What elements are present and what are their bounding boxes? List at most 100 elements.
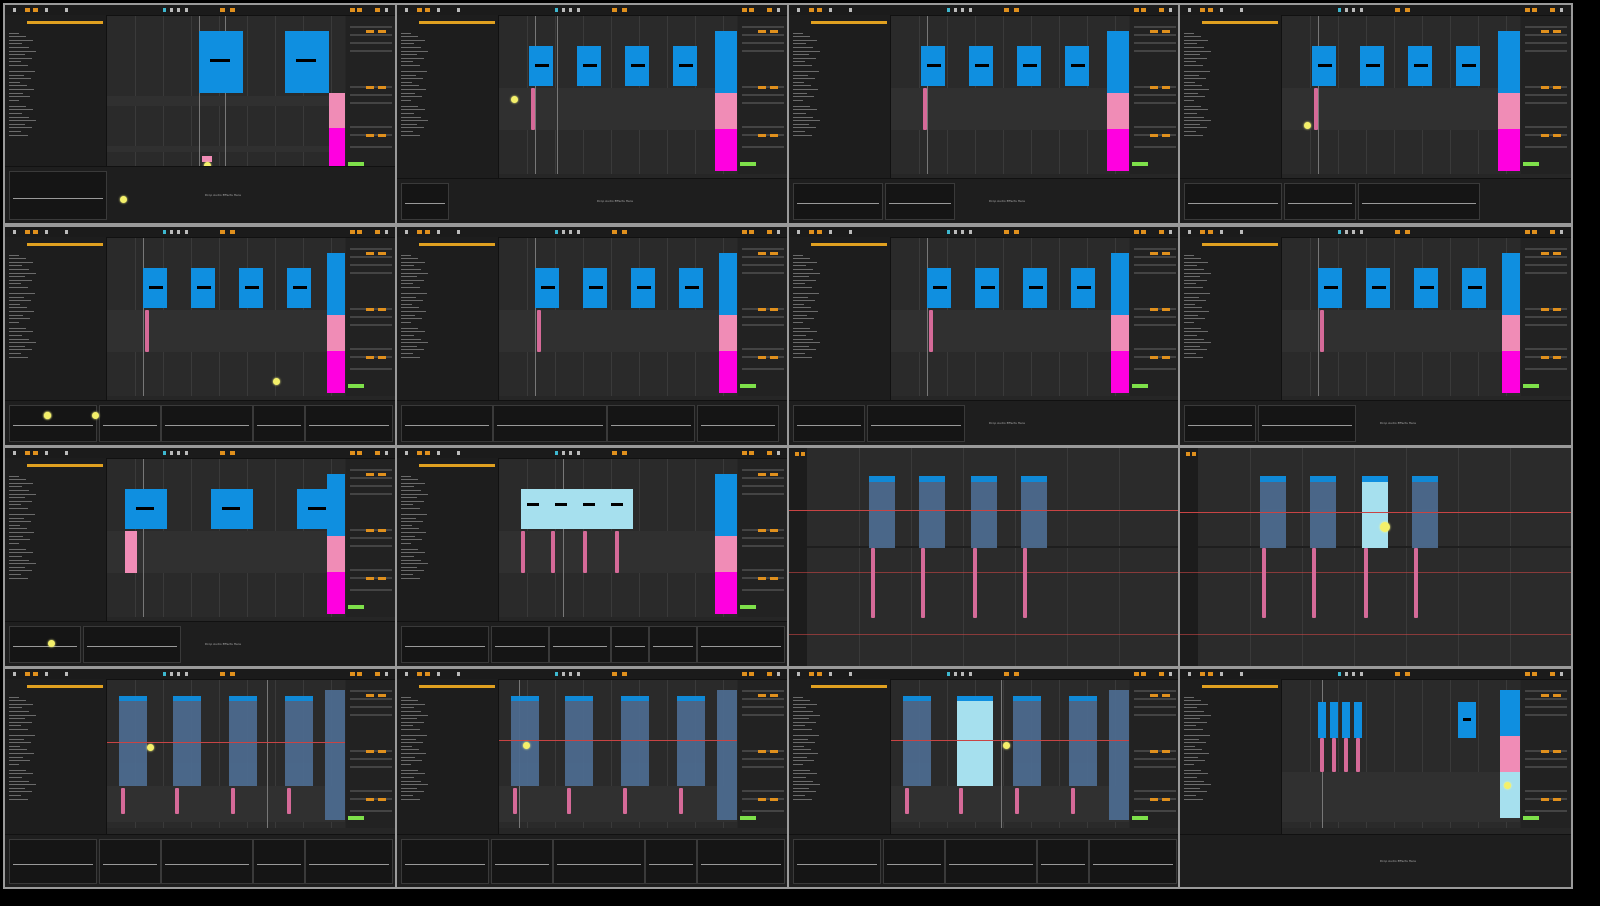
transport-control[interactable] — [457, 451, 460, 455]
browser-list-item[interactable] — [9, 47, 29, 48]
browser-list-item[interactable] — [401, 521, 423, 523]
browser-list-item[interactable] — [401, 798, 420, 800]
browser-list-item[interactable] — [401, 707, 414, 709]
browser-list-item[interactable] — [401, 756, 415, 758]
device-panel[interactable] — [83, 626, 181, 663]
browser-list-item[interactable] — [401, 777, 414, 778]
audio-clip[interactable] — [957, 696, 993, 786]
browser-list-item[interactable] — [401, 258, 418, 260]
transport-control[interactable] — [177, 8, 180, 12]
browser-list-item[interactable] — [793, 335, 806, 336]
browser-list-item[interactable] — [401, 482, 425, 484]
mixer-control[interactable] — [742, 469, 784, 471]
transport-control[interactable] — [622, 451, 627, 455]
mixer-control[interactable] — [1134, 248, 1176, 250]
transport-control[interactable] — [1338, 8, 1341, 12]
mixer-control[interactable] — [350, 758, 392, 760]
browser-selected-item[interactable] — [811, 243, 887, 246]
browser-list-item[interactable] — [401, 570, 424, 572]
transport-control[interactable] — [1532, 8, 1537, 12]
browser-list-item[interactable] — [9, 78, 31, 80]
browser-list-item[interactable] — [793, 349, 816, 351]
mixer-control[interactable] — [350, 537, 392, 539]
track-button[interactable] — [1150, 694, 1158, 697]
browser-list-item[interactable] — [9, 749, 27, 751]
audio-clip[interactable] — [191, 268, 215, 308]
browser-list-item[interactable] — [9, 276, 25, 278]
mixer-control[interactable] — [350, 485, 392, 487]
track-button[interactable] — [1150, 798, 1158, 801]
transport-control[interactable] — [1004, 230, 1009, 234]
browser-list-item[interactable] — [401, 113, 414, 114]
transport-control[interactable] — [437, 230, 440, 234]
transport-control[interactable] — [1352, 672, 1355, 676]
browser-list-item[interactable] — [9, 342, 36, 344]
browser-list-item[interactable] — [793, 735, 819, 736]
transport-control[interactable] — [1345, 230, 1348, 234]
track-button[interactable] — [378, 134, 386, 137]
browser-list-item[interactable] — [401, 479, 418, 481]
track-button[interactable] — [366, 134, 374, 137]
transport-control[interactable] — [1352, 230, 1355, 234]
transport-control[interactable] — [569, 8, 572, 12]
transport-control[interactable] — [569, 230, 572, 234]
browser-list-item[interactable] — [9, 335, 22, 336]
browser-list-item[interactable] — [793, 707, 806, 709]
track-button[interactable] — [1541, 798, 1549, 801]
transport-control[interactable] — [220, 8, 225, 12]
audio-clip[interactable] — [565, 696, 593, 786]
transport-control[interactable] — [817, 230, 822, 234]
browser-list-item[interactable] — [1184, 127, 1207, 129]
track-button[interactable] — [1162, 252, 1170, 255]
mixer-control[interactable] — [350, 94, 392, 96]
browser-list-item[interactable] — [1184, 327, 1201, 329]
browser-list-item[interactable] — [9, 539, 30, 541]
browser-list-item[interactable] — [9, 760, 30, 762]
browser-selected-item[interactable] — [811, 685, 887, 688]
device-panel[interactable] — [99, 405, 161, 442]
browser-list-item[interactable] — [401, 39, 425, 41]
browser-list-item[interactable] — [401, 753, 426, 754]
browser-list-item[interactable] — [1184, 760, 1205, 762]
browser-list-item[interactable] — [401, 725, 413, 727]
browser-list-item[interactable] — [793, 798, 812, 800]
mixer-control[interactable] — [1134, 690, 1176, 692]
browser-list-item[interactable] — [9, 92, 23, 94]
transport-control[interactable] — [1525, 230, 1530, 234]
browser-list-item[interactable] — [9, 327, 26, 329]
browser-list-item[interactable] — [1184, 707, 1197, 709]
track-button[interactable] — [1553, 798, 1561, 801]
transport-control[interactable] — [969, 8, 972, 12]
mixer-control[interactable] — [350, 324, 392, 326]
track-button[interactable] — [758, 86, 766, 89]
browser-list-item[interactable] — [401, 131, 413, 132]
browser-list-item[interactable] — [793, 777, 806, 778]
transport-control[interactable] — [1141, 8, 1146, 12]
track-button[interactable] — [366, 798, 374, 801]
browser-list-item[interactable] — [793, 795, 805, 796]
transport-control[interactable] — [1134, 8, 1139, 12]
browser-list-item[interactable] — [401, 542, 411, 544]
browser-list-item[interactable] — [1184, 105, 1201, 107]
audio-clip[interactable] — [969, 46, 993, 86]
audio-clip[interactable] — [521, 489, 633, 529]
mixer-control[interactable] — [1525, 146, 1567, 148]
mixer-control[interactable] — [1525, 368, 1567, 370]
browser-list-item[interactable] — [793, 760, 814, 762]
audio-clip[interactable] — [1498, 129, 1520, 171]
mixer-control[interactable] — [1525, 42, 1567, 44]
browser-list-item[interactable] — [401, 486, 414, 488]
browser-list-item[interactable] — [1184, 353, 1196, 354]
browser-list-item[interactable] — [9, 134, 28, 136]
mixer-control[interactable] — [742, 810, 784, 812]
track-button[interactable] — [795, 452, 799, 456]
mixer-control[interactable] — [1134, 102, 1176, 104]
transport-control[interactable] — [817, 672, 822, 676]
transport-control[interactable] — [1360, 230, 1363, 234]
track-button[interactable] — [1150, 356, 1158, 359]
device-panel[interactable] — [793, 183, 883, 220]
browser-list-item[interactable] — [9, 563, 36, 565]
browser-list-item[interactable] — [793, 780, 813, 782]
browser-list-item[interactable] — [793, 272, 820, 274]
track-button[interactable] — [770, 694, 778, 697]
